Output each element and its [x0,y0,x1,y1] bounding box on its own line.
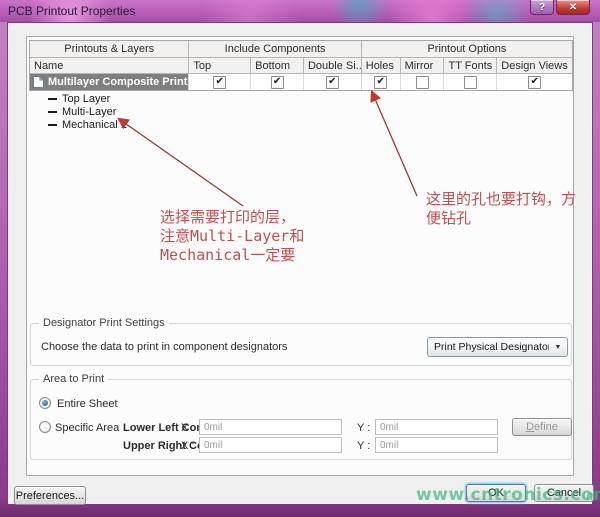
tree-item-top-layer[interactable]: Top Layer [29,92,573,105]
checkbox-top[interactable]: ✔ [213,76,226,89]
lower-left-x-label: X : [181,422,194,434]
entire-sheet-radio[interactable] [39,397,51,409]
group-title: Designator Print Settings [39,317,169,329]
entire-sheet-label: Entire Sheet [57,398,118,410]
specific-area-label: Specific Area [55,422,119,434]
printout-row-multilayer-composite-print[interactable]: Multilayer Composite Print [30,74,189,90]
column-header-bottom[interactable]: Bottom [251,58,304,73]
layer-name: Multi-Layer [62,106,116,118]
close-button[interactable]: ✕ [556,0,590,15]
group-header-printouts-layers: Printouts & Layers [30,41,189,57]
annotation-line: 选择需要打印的层， [160,208,304,227]
cell-design-views: ✔ [497,74,572,90]
column-header-holes[interactable]: Holes [362,58,401,73]
preferences-button[interactable]: Preferences... [14,486,86,505]
checkbox-bottom[interactable]: ✔ [271,76,284,89]
group-header-printout-options: Printout Options [362,41,572,57]
designator-description: Choose the data to print in component de… [41,341,287,353]
annotation-line: Mechanical一定要 [160,246,304,265]
layer-line-icon [48,98,57,100]
annotation-line: 这里的孔也要打钩，方 [426,190,576,209]
lower-left-y-input[interactable] [375,419,498,435]
checkbox-double-side[interactable]: ✔ [326,76,339,89]
ok-label: OK [488,487,504,499]
column-header-tt-fonts[interactable]: TT Fonts [444,58,497,73]
annotation-select-layers: 选择需要打印的层， 注意Multi-Layer和 Mechanical一定要 [160,208,304,265]
cell-mirror [401,74,445,90]
printouts-table: Printouts & Layers Include Components Pr… [29,40,573,91]
define-button[interactable]: Define [512,418,572,436]
upper-right-x-input[interactable] [199,437,342,453]
chevron-down-icon: ▼ [549,344,567,351]
tree-item-multi-layer[interactable]: Multi-Layer [29,105,573,118]
table-column-header-row: Name Top Bottom Double Si... Holes Mirro… [30,58,572,74]
upper-right-y-label: Y : [357,440,370,452]
cancel-button[interactable]: Cancel [534,484,594,502]
layer-line-icon [48,124,57,126]
cell-holes: ✔ [362,74,401,90]
layer-line-icon [48,111,57,113]
cell-tt-fonts [444,74,497,90]
tree-item-mechanical-1[interactable]: Mechanical 1 [29,118,573,131]
layer-name: Top Layer [62,93,110,105]
annotation-line: 便钻孔 [426,209,576,228]
designator-print-settings-group: Designator Print Settings Choose the dat… [30,323,572,366]
column-header-name[interactable]: Name [30,58,189,73]
pcb-printout-properties-window: PCB Printout Properties ? ✕ Printouts & … [0,0,600,517]
help-icon: ? [539,2,545,13]
annotation-line: 注意Multi-Layer和 [160,227,304,246]
cancel-label: Cancel [547,487,581,499]
area-to-print-group: Area to Print Entire Sheet Specific Area… [30,379,572,460]
table-group-header-row: Printouts & Layers Include Components Pr… [30,41,572,58]
define-label: Define [526,421,558,433]
help-button[interactable]: ? [530,0,554,15]
cell-double-side: ✔ [304,74,362,90]
table-row[interactable]: Multilayer Composite Print ✔ ✔ ✔ ✔ [30,74,572,90]
column-header-design-views[interactable]: Design Views [497,58,572,73]
lower-left-x-input[interactable] [199,419,342,435]
close-icon: ✕ [569,2,577,13]
column-header-mirror[interactable]: Mirror [401,58,445,73]
specific-area-radio[interactable] [39,421,51,433]
checkbox-design-views[interactable]: ✔ [528,76,541,89]
checkbox-mirror[interactable] [416,76,429,89]
lower-left-y-label: Y : [357,422,370,434]
column-header-top[interactable]: Top [189,58,251,73]
document-icon [32,76,44,88]
group-title: Area to Print [39,373,108,385]
dropdown-selected-value: Print Physical Designators [428,341,549,353]
upper-right-y-input[interactable] [375,437,498,453]
annotation-check-holes: 这里的孔也要打钩，方 便钻孔 [426,190,576,228]
upper-right-x-label: X : [181,440,194,452]
designator-dropdown[interactable]: Print Physical Designators ▼ [427,337,568,357]
ok-button[interactable]: OK [466,484,526,502]
window-title: PCB Printout Properties [8,4,135,18]
cell-top: ✔ [189,74,251,90]
cell-bottom: ✔ [251,74,304,90]
group-header-include-components: Include Components [189,41,361,57]
layer-name: Mechanical 1 [62,119,127,131]
preferences-label: Preferences... [16,490,84,502]
checkbox-holes[interactable]: ✔ [374,76,387,89]
printout-name: Multilayer Composite Print [48,76,187,88]
checkbox-tt-fonts[interactable] [464,76,477,89]
titlebar[interactable]: PCB Printout Properties ? ✕ [0,0,600,22]
column-header-double-side[interactable]: Double Si... [304,58,362,73]
